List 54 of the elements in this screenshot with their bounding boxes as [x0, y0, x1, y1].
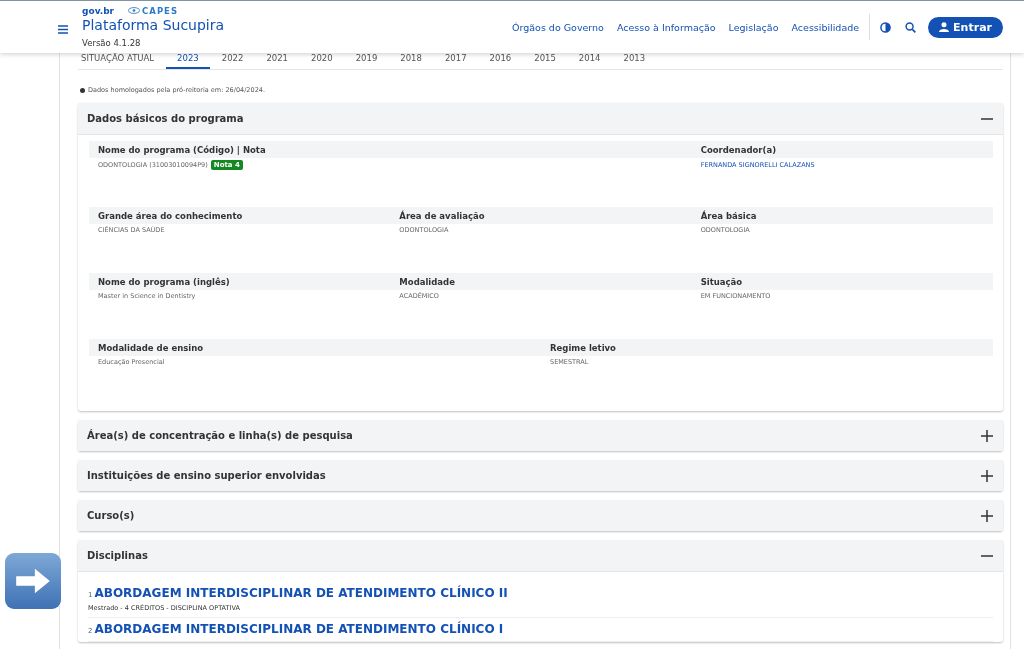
- section-header[interactable]: Instituições de ensino superior envolvidas: [78, 460, 1003, 491]
- menu-icon[interactable]: [58, 24, 68, 34]
- bullet-icon: [80, 87, 85, 93]
- section-header[interactable]: Disciplinas: [78, 540, 1003, 572]
- capes-logo[interactable]: CAPES: [142, 5, 179, 16]
- section-header[interactable]: Área(s) de concentração e linha(s) de pesquisa: [78, 420, 1003, 451]
- section-title: Disciplinas: [87, 550, 148, 561]
- year-tab[interactable]: 2018: [388, 53, 434, 69]
- nav-link[interactable]: Acesso à Informação: [616, 21, 716, 33]
- field-label: Área básica: [700, 209, 757, 222]
- nav-link[interactable]: Legislação: [728, 21, 779, 33]
- contrast-icon[interactable]: [880, 21, 892, 33]
- version-label: Versão 4.1.28: [82, 37, 142, 48]
- year-tab[interactable]: 2015: [522, 53, 568, 69]
- year-tab[interactable]: 2020: [299, 53, 345, 69]
- field-label: Nome do programa (inglês): [98, 275, 230, 288]
- year-tab[interactable]: 2022: [210, 53, 255, 69]
- year-tab[interactable]: 2013: [612, 53, 657, 69]
- year-tab[interactable]: 2023: [165, 53, 211, 69]
- section-title: Instituições de ensino superior envolvidas: [87, 470, 326, 481]
- nav-link[interactable]: Órgãos do Governo: [512, 21, 604, 33]
- plus-icon: [981, 429, 993, 442]
- field-label: Coordenador(a): [700, 143, 777, 156]
- year-tab[interactable]: SITUAÇÃO ATUAL: [78, 53, 166, 69]
- field-label: Área de avaliação: [399, 209, 485, 222]
- section-header[interactable]: Dados básicos do programa: [78, 103, 1003, 135]
- section-title: Curso(s): [87, 510, 135, 521]
- nav-link[interactable]: Acessibilidade: [791, 21, 860, 33]
- plus-icon: [981, 509, 993, 522]
- year-tab[interactable]: 2019: [344, 53, 389, 69]
- year-tab[interactable]: 2017: [433, 53, 479, 69]
- section-header[interactable]: Curso(s): [78, 500, 1003, 531]
- year-tab[interactable]: 2016: [478, 53, 523, 69]
- section-title: Dados básicos do programa: [87, 113, 244, 124]
- field-label: Modalidade: [399, 275, 455, 288]
- right-arrow-icon: [14, 567, 52, 595]
- field-label: Situação: [700, 275, 743, 288]
- plus-icon: [981, 469, 993, 482]
- field-label: Grande área do conhecimento: [98, 209, 243, 222]
- gov-logo[interactable]: gov.br: [82, 5, 115, 16]
- login-button[interactable]: Entrar: [928, 16, 1003, 38]
- year-tab[interactable]: 2014: [567, 53, 612, 69]
- discipline-link[interactable]: ABORDAGEM INTERDISCIPLINAR DE ATENDIMENTO CLÍNICO I: [94, 622, 504, 636]
- eye-icon: [128, 7, 141, 14]
- section-title: Área(s) de concentração e linha(s) de pesquisa: [87, 430, 353, 441]
- site-title[interactable]: Plataforma Sucupira: [82, 16, 225, 34]
- year-tab[interactable]: 2021: [254, 53, 300, 69]
- search-icon[interactable]: [905, 21, 917, 33]
- field-label: Nome do programa (Código) | Nota: [98, 143, 266, 156]
- field-label: Regime letivo: [550, 341, 616, 354]
- field-label: Modalidade de ensino: [98, 341, 204, 354]
- user-icon: [939, 22, 950, 32]
- next-arrow-button[interactable]: [5, 553, 61, 609]
- discipline-link[interactable]: ABORDAGEM INTERDISCIPLINAR DE ATENDIMENTO CLÍNICO II: [94, 586, 508, 600]
